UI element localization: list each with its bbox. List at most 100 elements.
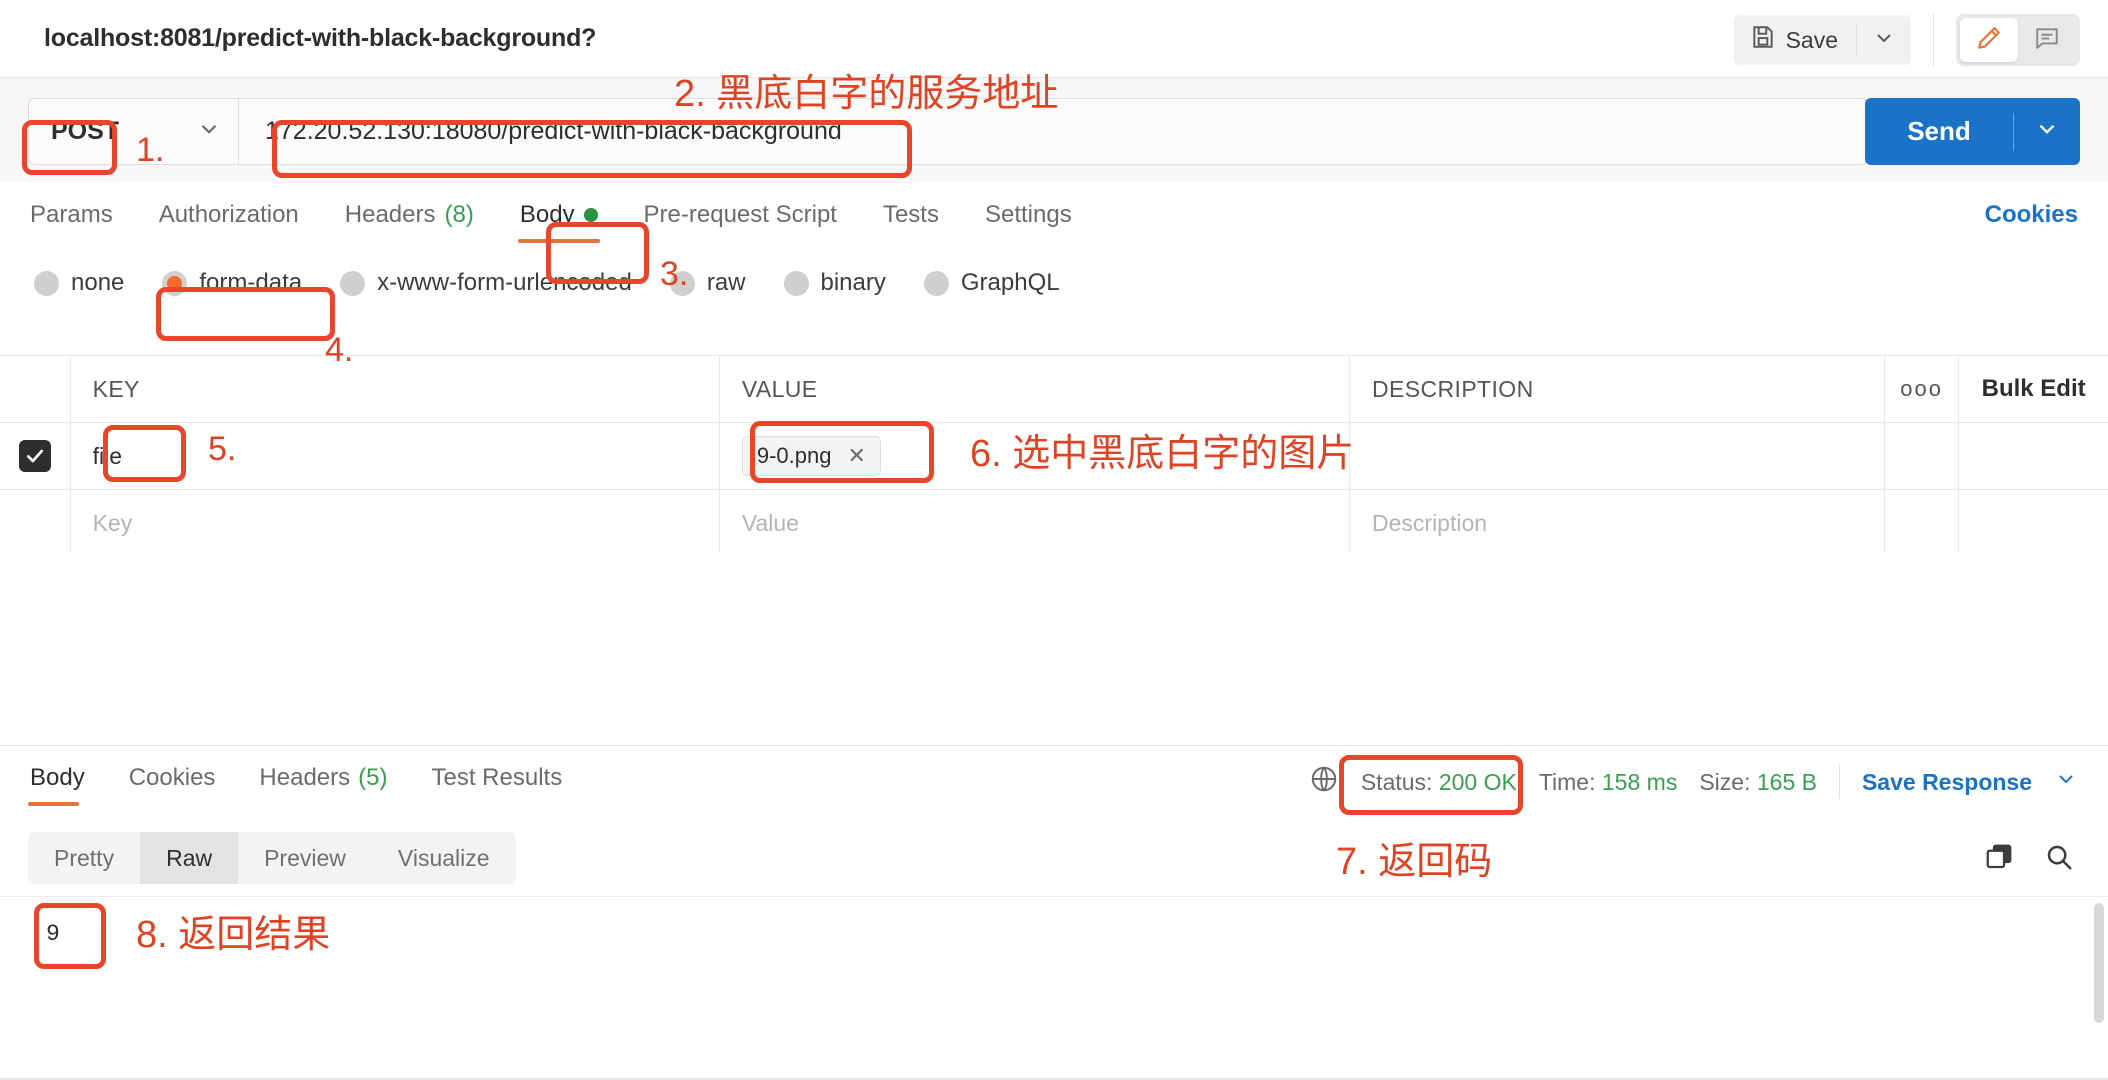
body-type-urlencoded-label: x-www-form-urlencoded bbox=[377, 269, 632, 296]
send-options-button[interactable] bbox=[2014, 98, 2080, 165]
radio-icon bbox=[783, 270, 809, 296]
view-mode-raw[interactable]: Raw bbox=[140, 832, 239, 884]
empty-row-value-placeholder: Value bbox=[741, 509, 799, 536]
tab-tests[interactable]: Tests bbox=[881, 191, 941, 243]
table-more-options-button[interactable]: ooo bbox=[1885, 356, 1960, 422]
title-bar-actions: Save bbox=[1733, 14, 2080, 66]
status-badge: Status: 200 OK bbox=[1361, 769, 1517, 796]
body-has-content-dot-icon bbox=[583, 208, 598, 222]
row-key-value: file bbox=[92, 442, 122, 469]
row-enabled-checkbox[interactable] bbox=[18, 440, 51, 472]
form-data-table: KEY VALUE DESCRIPTION ooo Bulk Edit file… bbox=[0, 355, 2108, 557]
empty-row-checkbox-cell bbox=[0, 490, 71, 556]
body-type-raw[interactable]: raw bbox=[669, 269, 746, 297]
copy-icon[interactable] bbox=[1984, 842, 2014, 877]
view-mode-preview[interactable]: Preview bbox=[238, 832, 372, 884]
empty-row-value-input[interactable]: Value bbox=[720, 490, 1351, 556]
body-type-binary[interactable]: binary bbox=[783, 269, 886, 297]
tab-pre-request-script[interactable]: Pre-request Script bbox=[642, 191, 839, 243]
http-method-selector[interactable]: POST bbox=[28, 98, 238, 165]
file-chip[interactable]: 9-0.png ✕ bbox=[741, 436, 881, 476]
postman-window: localhost:8081/predict-with-black-backgr… bbox=[0, 0, 2108, 1080]
save-button[interactable]: Save bbox=[1734, 15, 1856, 65]
row-checkbox-cell bbox=[0, 423, 71, 489]
row-description-cell[interactable] bbox=[1350, 423, 1885, 489]
body-type-none[interactable]: none bbox=[34, 269, 124, 297]
floppy-disk-icon bbox=[1750, 24, 1776, 56]
search-icon[interactable] bbox=[2044, 842, 2074, 877]
response-scrollbar[interactable] bbox=[2094, 903, 2104, 1023]
body-type-urlencoded[interactable]: x-www-form-urlencoded bbox=[340, 269, 632, 297]
status-label: Status: bbox=[1360, 768, 1433, 795]
body-type-form-data[interactable]: form-data bbox=[162, 269, 302, 297]
more-options-icon: ooo bbox=[1900, 376, 1943, 401]
empty-row-end-cell bbox=[1959, 490, 2108, 556]
row-value-cell[interactable]: 9-0.png ✕ bbox=[720, 423, 1351, 489]
size-value: 165 B bbox=[1756, 768, 1817, 795]
remove-file-icon[interactable]: ✕ bbox=[847, 443, 865, 469]
radio-icon bbox=[34, 270, 59, 296]
header-checkbox-cell bbox=[0, 356, 71, 422]
chevron-down-icon[interactable] bbox=[2054, 767, 2078, 797]
response-tab-test-results-label: Test Results bbox=[431, 764, 563, 791]
send-button[interactable]: Send bbox=[1865, 98, 2013, 165]
cookies-link[interactable]: Cookies bbox=[1985, 201, 2078, 229]
comment-mode-button[interactable] bbox=[2018, 18, 2076, 62]
status-value: 200 OK bbox=[1438, 768, 1517, 795]
response-body-panel: 9 bbox=[0, 896, 2108, 1080]
request-tab-bar: Params Authorization Headers (8) Body Pr… bbox=[0, 183, 2108, 251]
empty-row-key-placeholder: Key bbox=[92, 509, 133, 536]
tab-settings-label: Settings bbox=[984, 201, 1072, 228]
empty-row-key-input[interactable]: Key bbox=[71, 490, 720, 556]
send-button-group: Send bbox=[1865, 98, 2080, 165]
chevron-down-icon bbox=[1872, 26, 1896, 55]
response-tab-test-results[interactable]: Test Results bbox=[429, 758, 564, 808]
body-type-form-data-label: form-data bbox=[199, 269, 303, 296]
empty-row-description-input[interactable]: Description bbox=[1350, 490, 1885, 556]
row-options-cell[interactable] bbox=[1885, 423, 1960, 489]
page-title: localhost:8081/predict-with-black-backgr… bbox=[44, 24, 597, 52]
response-tab-headers-label: Headers bbox=[259, 764, 351, 791]
bulk-edit-button[interactable]: Bulk Edit bbox=[1959, 356, 2108, 422]
body-type-graphql[interactable]: GraphQL bbox=[923, 269, 1060, 297]
response-tab-body[interactable]: Body bbox=[28, 758, 87, 808]
radio-icon bbox=[923, 270, 949, 296]
time-badge: Time: 158 ms bbox=[1539, 769, 1677, 796]
radio-icon bbox=[669, 270, 695, 296]
response-tab-headers[interactable]: Headers (5) bbox=[257, 758, 389, 808]
size-label: Size: bbox=[1699, 768, 1751, 795]
row-key-cell[interactable]: file bbox=[71, 423, 720, 489]
response-tab-cookies-label: Cookies bbox=[128, 764, 216, 791]
table-header-row: KEY VALUE DESCRIPTION ooo Bulk Edit bbox=[0, 355, 2108, 423]
tab-tests-label: Tests bbox=[882, 201, 939, 228]
url-input[interactable]: 172.20.52.130:18080/predict-with-black-b… bbox=[238, 98, 1868, 165]
response-view-mode-group: Pretty Raw Preview Visualize bbox=[28, 832, 516, 884]
response-tab-cookies[interactable]: Cookies bbox=[127, 758, 218, 808]
tab-authorization-label: Authorization bbox=[158, 201, 299, 228]
tab-settings[interactable]: Settings bbox=[983, 191, 1074, 243]
time-label: Time: bbox=[1538, 768, 1596, 795]
bulk-edit-label: Bulk Edit bbox=[1981, 375, 2086, 402]
tab-params[interactable]: Params bbox=[28, 191, 115, 243]
save-options-button[interactable] bbox=[1857, 15, 1911, 65]
tab-body[interactable]: Body bbox=[517, 191, 600, 243]
view-mode-pretty[interactable]: Pretty bbox=[28, 832, 140, 884]
body-type-raw-label: raw bbox=[706, 269, 746, 296]
save-button-label: Save bbox=[1785, 26, 1838, 53]
table-empty-row: Key Value Description bbox=[0, 490, 2108, 557]
response-meta: Status: 200 OK Time: 158 ms Size: 165 B … bbox=[1309, 764, 2078, 800]
save-response-button[interactable]: Save Response bbox=[1862, 769, 2032, 796]
request-url-row: POST 172.20.52.130:18080/predict-with-bl… bbox=[0, 78, 2108, 183]
view-mode-group bbox=[1956, 14, 2080, 66]
header-value-label: VALUE bbox=[741, 375, 818, 402]
chevron-down-icon bbox=[2034, 116, 2060, 147]
view-mode-visualize[interactable]: Visualize bbox=[372, 832, 516, 884]
toolbar-divider bbox=[1933, 14, 1934, 66]
tab-headers[interactable]: Headers (8) bbox=[343, 191, 476, 243]
tab-authorization[interactable]: Authorization bbox=[157, 191, 301, 243]
edit-mode-button[interactable] bbox=[1960, 18, 2018, 62]
globe-icon[interactable] bbox=[1309, 764, 1339, 800]
response-tools bbox=[1984, 842, 2074, 877]
response-header-bar: Body Cookies Headers (5) Test Results St… bbox=[0, 746, 2108, 822]
body-type-graphql-label: GraphQL bbox=[960, 269, 1060, 296]
